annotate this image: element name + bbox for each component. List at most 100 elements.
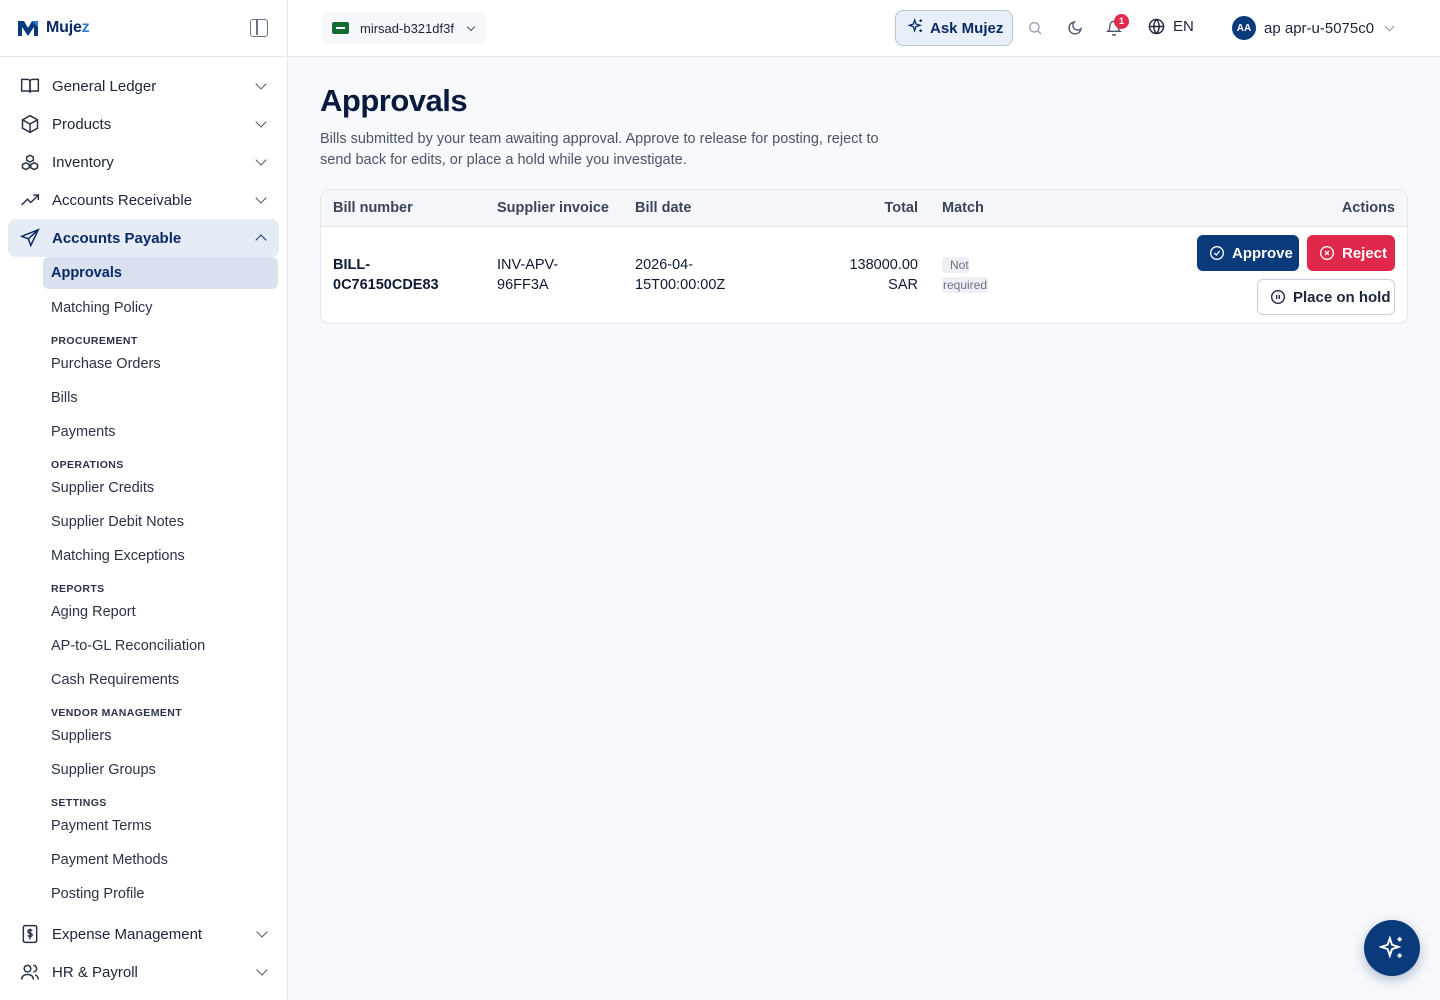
subnav-matching-exceptions[interactable]: Matching Exceptions [43,539,278,573]
column-header-actions: Actions [1341,200,1395,216]
chevron-down-icon [256,964,268,976]
sidebar-nav: General Ledger Products Inventory Accoun… [0,57,287,911]
brand-header: Mujez [0,0,287,57]
page-description: Bills submitted by your team awaiting ap… [320,131,879,168]
reject-label: Reject [1342,244,1388,262]
chevron-down-icon [255,116,267,128]
sidebar-item-accounts-payable[interactable]: Accounts Payable [8,219,279,257]
sidebar-item-label: Products [52,115,112,133]
column-header-match[interactable]: Match [942,200,984,216]
pause-circle-icon [1270,289,1286,305]
subnav-ap-gl-reconciliation[interactable]: AP-to-GL Reconciliation [43,629,278,663]
table-row: BILL- 0C76150CDE83 INV-APV- 96FF3A 2026-… [321,227,1407,323]
search-icon[interactable] [1025,18,1045,38]
sidebar-item-label: Accounts Receivable [52,191,193,209]
collapse-sidebar-icon[interactable] [250,19,268,37]
ask-mujez-label: Ask Mujez [930,19,1004,37]
subnav-supplier-credits[interactable]: Supplier Credits [43,471,278,505]
sidebar-item-label: HR & Payroll [52,963,138,981]
brand-name: Mujez [46,19,90,36]
main-content: Approvals Bills submitted by your team a… [320,57,1408,324]
column-header-bill-date[interactable]: Bill date [635,200,691,216]
users-icon [20,962,40,982]
sidebar-item-expense-management[interactable]: Expense Management [8,915,280,953]
match-status-badge: Not required [942,257,989,293]
chevron-down-icon [1384,21,1395,31]
approve-label: Approve [1232,244,1293,262]
sidebar-item-label: Accounts Payable [52,229,182,247]
subnav-supplier-groups[interactable]: Supplier Groups [43,753,278,787]
ask-mujez-button[interactable]: Ask Mujez [895,10,1013,46]
sparkles-icon [907,17,924,38]
subnav-heading-operations: OPERATIONS [51,459,124,471]
topbar: mirsad-b321df3f Ask Mujez 1 EN AA ap apr… [288,0,1440,57]
sidebar-item-label: Inventory [52,153,114,171]
subnav-heading-vendor-management: VENDOR MANAGEMENT [51,707,183,719]
subnav-purchase-orders[interactable]: Purchase Orders [43,347,278,381]
place-on-hold-button[interactable]: Place on hold [1257,279,1395,315]
ai-assistant-fab[interactable] [1364,920,1420,976]
subnav-payment-methods[interactable]: Payment Methods [43,843,278,877]
avatar: AA [1232,16,1256,40]
subnav-posting-profile[interactable]: Posting Profile [43,877,278,911]
subnav-approvals[interactable]: Approvals [43,257,278,289]
dark-mode-moon-icon[interactable] [1065,18,1085,38]
sidebar-item-inventory[interactable]: Inventory [8,143,279,181]
supplier-invoice-cell: INV-APV- 96FF3A [497,257,559,293]
language-switcher[interactable]: EN [1148,18,1194,35]
subnav-cash-requirements[interactable]: Cash Requirements [43,663,278,697]
reject-button[interactable]: Reject [1307,235,1395,271]
username: ap apr-u-5075c0 [1264,19,1375,37]
chevron-down-icon [255,78,267,90]
language-label: EN [1173,18,1194,35]
subnav-heading-procurement: PROCUREMENT [51,335,138,347]
approvals-table: Bill number Supplier invoice Bill date T… [320,189,1408,324]
subnav-aging-report[interactable]: Aging Report [43,595,278,629]
chevron-down-icon [466,22,476,31]
user-menu[interactable]: AA ap apr-u-5075c0 [1232,16,1395,40]
bill-date-cell: 2026-04- 15T00:00:00Z [635,257,726,293]
subnav-bills[interactable]: Bills [43,381,278,415]
sparkles-icon [1379,935,1405,961]
subnav-heading-reports: REPORTS [51,583,105,595]
dollar-doc-icon [20,924,40,944]
subnav-payment-terms[interactable]: Payment Terms [43,809,278,843]
column-header-total[interactable]: Total [884,200,918,216]
trending-up-icon [20,190,40,210]
chevron-down-icon [255,154,267,166]
notification-badge: 1 [1114,14,1129,29]
send-icon [20,228,40,248]
chevron-up-icon [255,234,267,246]
saudi-flag-icon [332,22,349,34]
chevron-down-icon [256,926,268,938]
place-on-hold-label: Place on hold [1293,288,1391,306]
subnav-suppliers[interactable]: Suppliers [43,719,278,753]
x-circle-icon [1319,245,1335,261]
total-cell: 138000.00 SAR [849,257,918,293]
approve-button[interactable]: Approve [1197,235,1299,271]
tenant-switcher[interactable]: mirsad-b321df3f [322,12,486,44]
boxes-icon [20,152,40,172]
sidebar-item-label: Expense Management [52,925,203,943]
book-icon [20,76,40,96]
tenant-name: mirsad-b321df3f [360,20,454,36]
subnav-supplier-debit-notes[interactable]: Supplier Debit Notes [43,505,278,539]
column-header-supplier-invoice[interactable]: Supplier invoice [497,200,609,216]
globe-icon [1148,18,1165,35]
check-circle-icon [1209,245,1225,261]
subnav-matching-policy[interactable]: Matching Policy [43,291,278,325]
sidebar: Mujez General Ledger Products Inventory [0,0,288,1000]
table-header: Bill number Supplier invoice Bill date T… [321,190,1407,227]
subnav-payments[interactable]: Payments [43,415,278,449]
sidebar-item-label: General Ledger [52,77,157,95]
sidebar-item-products[interactable]: Products [8,105,279,143]
sidebar-item-hr-payroll[interactable]: HR & Payroll [8,953,280,991]
column-header-bill-number[interactable]: Bill number [333,200,413,216]
subnav-heading-settings: SETTINGS [51,797,107,809]
accounts-payable-submenu: Approvals Matching Policy PROCUREMENT Pu… [43,257,278,911]
sidebar-item-accounts-receivable[interactable]: Accounts Receivable [8,181,279,219]
sidebar-item-general-ledger[interactable]: General Ledger [8,67,279,105]
bill-number-cell[interactable]: BILL- 0C76150CDE83 [333,255,439,295]
page-title: Approvals [320,83,468,118]
brand-logo-icon [18,21,38,36]
